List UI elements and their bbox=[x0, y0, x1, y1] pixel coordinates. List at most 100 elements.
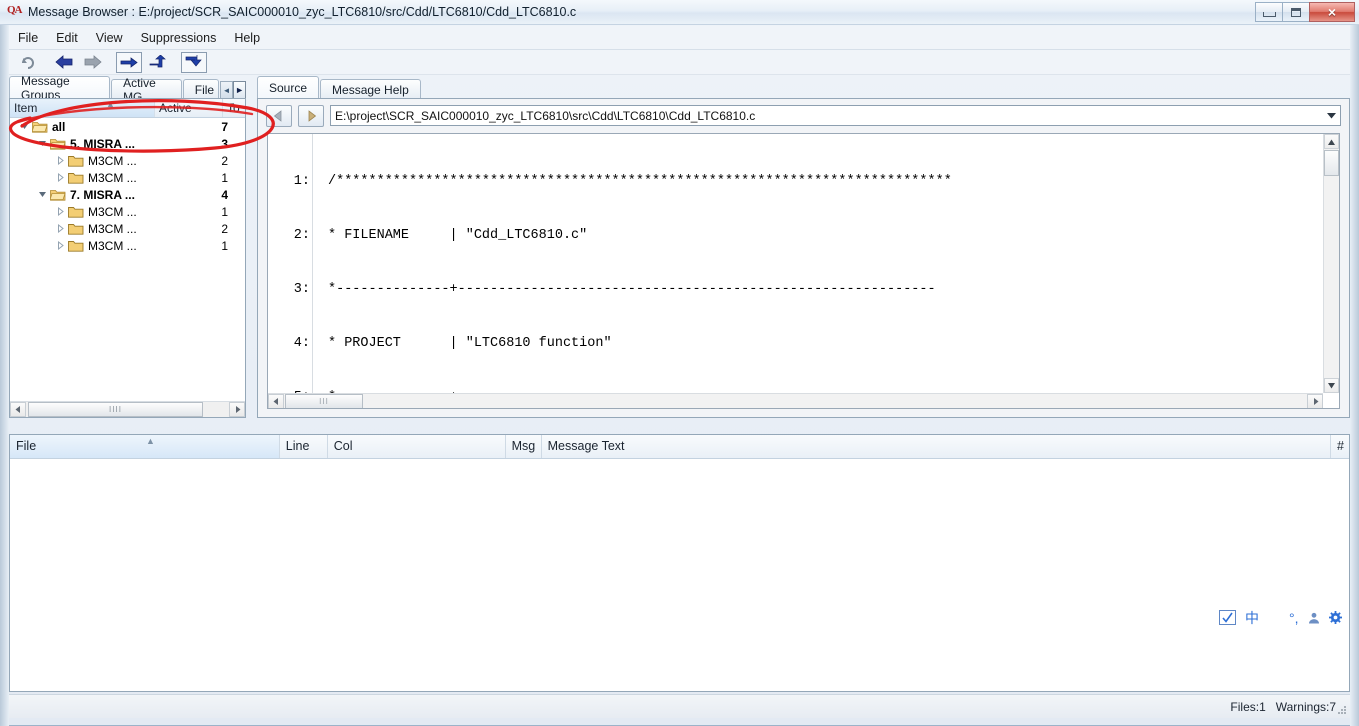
source-pane: Source Message Help E:\project\SCR_SAIC0… bbox=[257, 76, 1350, 418]
tree-col-active-label: Active bbox=[159, 101, 192, 115]
code-vertical-scrollbar[interactable] bbox=[1323, 134, 1339, 393]
ime-logo-icon[interactable] bbox=[1219, 610, 1236, 625]
tree-col-total[interactable]: To bbox=[223, 99, 245, 117]
message-groups-tree[interactable]: Item ▲ Active To all 7 5. MISRA ... 3 M3… bbox=[9, 98, 246, 418]
line-text: *--------------+------------------------… bbox=[328, 282, 936, 297]
ime-halfwidth-icon[interactable] bbox=[1268, 611, 1280, 624]
up-message-icon[interactable] bbox=[145, 52, 171, 73]
scroll-right-arrow-icon[interactable] bbox=[1307, 393, 1323, 408]
source-forward-button[interactable] bbox=[298, 104, 324, 127]
tree-row-label: 5. MISRA ... bbox=[70, 136, 135, 151]
tree-row[interactable]: M3CM ... 1 bbox=[10, 169, 245, 186]
code-hscroll-thumb[interactable]: III bbox=[285, 393, 363, 408]
tree-row[interactable]: M3CM ... 1 bbox=[10, 237, 245, 254]
code-lines: 1: /*************************************… bbox=[268, 137, 1322, 393]
scroll-right-arrow-icon[interactable] bbox=[229, 402, 245, 417]
scroll-left-arrow-icon[interactable] bbox=[268, 393, 284, 408]
ime-settings-icon[interactable] bbox=[1328, 611, 1342, 624]
scroll-down-arrow-icon[interactable] bbox=[1324, 378, 1339, 393]
folder-closed-icon bbox=[68, 205, 84, 218]
msg-col-col[interactable]: Col bbox=[328, 435, 506, 458]
code-line: 3: *--------------+----------------------… bbox=[268, 281, 1322, 299]
minimize-button[interactable] bbox=[1255, 2, 1283, 22]
tab-active-mg[interactable]: Active MG bbox=[111, 76, 182, 104]
msg-col-message-text-label: Message Text bbox=[547, 439, 625, 453]
chevron-down-icon[interactable] bbox=[1327, 113, 1336, 119]
source-back-button[interactable] bbox=[266, 104, 292, 127]
line-number: 1: bbox=[293, 174, 310, 189]
tree-row[interactable]: 5. MISRA ... 3 bbox=[10, 135, 245, 152]
twisty-collapsed-icon[interactable] bbox=[55, 223, 66, 234]
message-browser-window: QA Message Browser : E:/project/SCR_SAIC… bbox=[0, 0, 1359, 726]
scroll-up-arrow-icon[interactable] bbox=[1324, 134, 1339, 149]
folder-open-icon bbox=[50, 137, 66, 150]
twisty-expanded-icon[interactable] bbox=[37, 189, 48, 200]
line-text: /***************************************… bbox=[328, 174, 952, 189]
msg-col-number[interactable]: # bbox=[1331, 435, 1349, 458]
messages-table-body[interactable] bbox=[10, 459, 1349, 691]
ime-punctuation-icon[interactable]: °, bbox=[1289, 611, 1299, 625]
folder-closed-icon bbox=[68, 154, 84, 167]
tree-scroll-thumb[interactable]: IIII bbox=[28, 402, 203, 417]
tab-source[interactable]: Source bbox=[257, 76, 320, 99]
source-path-field[interactable]: E:\project\SCR_SAIC000010_zyc_LTC6810\sr… bbox=[330, 105, 1341, 126]
msg-col-message-text[interactable]: Message Text bbox=[542, 435, 1332, 458]
code-line: 4: * PROJECT | "LTC6810 function" bbox=[268, 335, 1322, 353]
folder-closed-icon bbox=[68, 222, 84, 235]
twisty-collapsed-icon[interactable] bbox=[55, 206, 66, 217]
tree-row[interactable]: 7. MISRA ... 4 bbox=[10, 186, 245, 203]
close-button[interactable]: × bbox=[1309, 2, 1355, 22]
line-number: 3: bbox=[293, 282, 310, 297]
menu-view[interactable]: View bbox=[87, 28, 132, 48]
tree-col-item[interactable]: Item ▲ bbox=[10, 99, 155, 117]
chevron-right-icon: ► bbox=[235, 85, 244, 95]
back-arrow-icon[interactable] bbox=[51, 52, 77, 73]
tree-row-active: 1 bbox=[221, 170, 228, 185]
messages-table[interactable]: File ▲ Line Col Msg Message Text # bbox=[9, 434, 1350, 692]
tab-scroll-right-button[interactable]: ► bbox=[233, 81, 247, 99]
goto-source-icon[interactable] bbox=[181, 51, 207, 73]
code-horizontal-scrollbar[interactable]: III bbox=[268, 393, 1323, 408]
tab-scroll-left-button[interactable]: ◄ bbox=[220, 81, 234, 99]
tree-row[interactable]: M3CM ... 2 bbox=[10, 152, 245, 169]
status-files: Files:1 bbox=[1230, 699, 1266, 714]
tab-message-help[interactable]: Message Help bbox=[320, 79, 421, 99]
tree-row-label: M3CM ... bbox=[88, 153, 137, 168]
refresh-icon[interactable] bbox=[15, 52, 41, 73]
twisty-collapsed-icon[interactable] bbox=[55, 155, 66, 166]
code-line: 1: /*************************************… bbox=[268, 173, 1322, 191]
forward-arrow-icon[interactable] bbox=[80, 52, 106, 73]
twisty-expanded-icon[interactable] bbox=[19, 121, 30, 132]
twisty-expanded-icon[interactable] bbox=[37, 138, 48, 149]
scroll-left-arrow-icon[interactable] bbox=[10, 402, 26, 417]
tab-file[interactable]: File bbox=[182, 79, 220, 99]
ime-chinese-mode-icon[interactable]: 中 bbox=[1245, 611, 1259, 625]
tree-rows-container: all 7 5. MISRA ... 3 M3CM ... 2 M3CM ...… bbox=[10, 118, 245, 400]
ime-toolbar[interactable]: 中 °, bbox=[1215, 606, 1355, 629]
tree-row[interactable]: M3CM ... 1 bbox=[10, 203, 245, 220]
tab-message-groups[interactable]: Message Groups bbox=[9, 74, 111, 102]
tree-horizontal-scrollbar[interactable]: IIII bbox=[10, 401, 245, 417]
twisty-collapsed-icon[interactable] bbox=[55, 240, 66, 251]
menu-edit[interactable]: Edit bbox=[47, 28, 87, 48]
msg-col-msg[interactable]: Msg bbox=[506, 435, 542, 458]
tree-row-active: 2 bbox=[221, 221, 228, 236]
menu-file[interactable]: File bbox=[9, 28, 47, 48]
menu-suppressions[interactable]: Suppressions bbox=[132, 28, 226, 48]
tree-row[interactable]: all 7 bbox=[10, 118, 245, 135]
tree-row[interactable]: M3CM ... 2 bbox=[10, 220, 245, 237]
line-text: * PROJECT | "LTC6810 function" bbox=[328, 336, 612, 351]
ime-user-icon[interactable] bbox=[1308, 612, 1320, 624]
tree-col-active[interactable]: Active bbox=[155, 99, 223, 117]
msg-col-line[interactable]: Line bbox=[280, 435, 328, 458]
code-editor[interactable]: 1: /*************************************… bbox=[267, 133, 1340, 409]
twisty-collapsed-icon[interactable] bbox=[55, 172, 66, 183]
resize-grip-icon[interactable] bbox=[1335, 704, 1347, 716]
msg-col-col-label: Col bbox=[333, 439, 353, 453]
msg-col-file[interactable]: File ▲ bbox=[10, 435, 280, 458]
next-message-icon[interactable] bbox=[116, 51, 142, 73]
menu-help[interactable]: Help bbox=[225, 28, 269, 48]
code-vscroll-thumb[interactable] bbox=[1324, 150, 1339, 176]
maximize-button[interactable] bbox=[1282, 2, 1310, 22]
tree-header: Item ▲ Active To bbox=[10, 99, 245, 118]
